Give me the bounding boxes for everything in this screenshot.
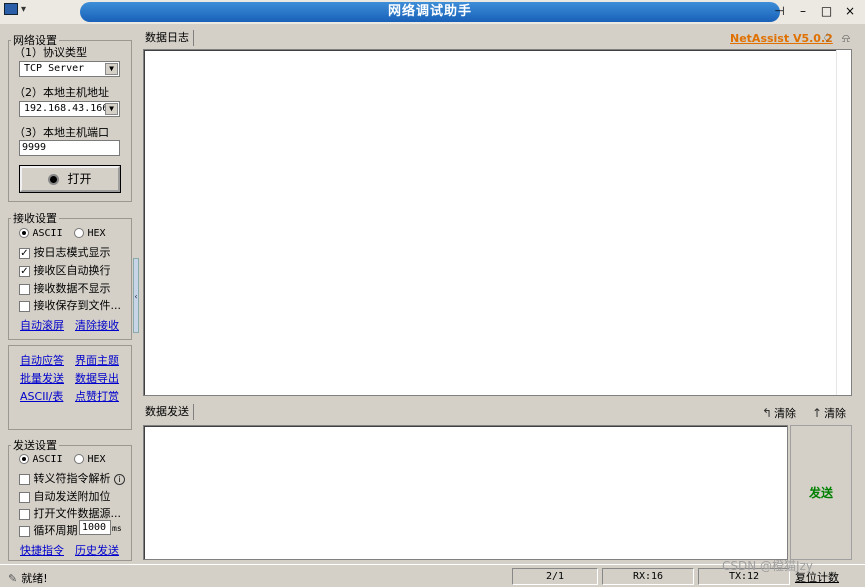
host-value: 192.168.43.166 (24, 103, 109, 114)
chevron-down-icon: ▾ (21, 4, 27, 15)
auto-scroll-link[interactable]: 自动滚屏 (20, 317, 64, 333)
receive-hex-radio[interactable]: HEX (74, 226, 106, 239)
open-button-label: 打开 (67, 172, 92, 186)
log-mode-checkbox[interactable]: ✓ 按日志模式显示 (19, 244, 111, 260)
network-app-icon (4, 3, 18, 15)
arrow-up-icon: ↑ (812, 406, 823, 420)
period-unit: ms (112, 524, 122, 533)
pin-button[interactable]: ⊣ (771, 3, 789, 19)
send-history-link[interactable]: 历史发送 (75, 542, 119, 558)
batch-send-link[interactable]: 批量发送 (20, 370, 64, 386)
radio-indicator (19, 454, 29, 464)
send-hex-radio[interactable]: HEX (74, 452, 106, 465)
escape-parse-checkbox[interactable]: 转义符指令解析 i (19, 470, 125, 486)
receive-ascii-radio[interactable]: ASCII (19, 226, 63, 239)
send-ascii-radio[interactable]: ASCII (19, 452, 63, 465)
receive-ascii-label: ASCII (32, 228, 63, 239)
status-ready: ✎ 就绪! (8, 570, 48, 586)
tab-data-log[interactable]: 数据日志 (145, 30, 194, 46)
data-log-area[interactable] (143, 49, 852, 396)
chevron-down-icon: ▼ (105, 103, 118, 115)
open-button[interactable]: 打开 (19, 165, 121, 193)
protocol-select[interactable]: TCP Server ▼ (19, 61, 120, 77)
escape-parse-label: 转义符指令解析 (33, 472, 111, 485)
receive-settings-legend: 接收设置 (13, 212, 57, 225)
radio-indicator (74, 228, 84, 238)
hide-data-checkbox[interactable]: 接收数据不显示 (19, 280, 111, 296)
info-icon[interactable]: i (114, 473, 125, 485)
log-scrollbar[interactable] (836, 50, 851, 395)
status-count: 2/1 (512, 568, 598, 585)
status-ready-text: 就绪! (21, 572, 48, 585)
record-icon (48, 174, 60, 185)
radio-indicator (74, 454, 84, 464)
auto-wrap-label: 接收区自动换行 (33, 264, 111, 277)
port-label: （3）本地主机端口 (14, 126, 109, 139)
auto-append-checkbox[interactable]: 自动发送附加位 (19, 488, 111, 504)
tab-data-send[interactable]: 数据发送 (145, 404, 194, 420)
auto-reply-link[interactable]: 自动应答 (20, 352, 64, 368)
protocol-label: （1）协议类型 (14, 46, 87, 59)
protocol-value: TCP Server (24, 63, 85, 74)
status-rx: RX:16 (602, 568, 694, 585)
checkbox-box (19, 283, 30, 295)
save-to-file-checkbox[interactable]: 接收保存到文件... (19, 297, 121, 313)
send-settings-legend: 发送设置 (13, 439, 57, 452)
donate-link[interactable]: 点赞打赏 (75, 388, 119, 404)
host-select[interactable]: 192.168.43.166 ▼ (19, 101, 120, 117)
receive-hex-label: HEX (87, 228, 106, 239)
hide-data-label: 接收数据不显示 (33, 282, 111, 295)
auto-append-label: 自动发送附加位 (33, 490, 111, 503)
arrow-up-left-icon: ↰ (762, 406, 773, 420)
quick-command-link[interactable]: 快捷指令 (20, 542, 64, 558)
checkbox-box (19, 473, 30, 485)
send-button[interactable]: 发送 (790, 425, 852, 560)
window-title: 网络调试助手 (80, 2, 780, 22)
chevron-down-icon: ▼ (105, 63, 118, 75)
export-data-link[interactable]: 数据导出 (75, 370, 119, 386)
log-mode-label: 按日志模式显示 (33, 246, 111, 259)
send-ascii-label: ASCII (32, 454, 63, 465)
host-label: （2）本地主机地址 (14, 86, 109, 99)
chevron-left-icon: ‹ (134, 292, 138, 301)
gem-icon[interactable]: ♢ (822, 31, 836, 45)
window-controls: ⊣ – □ × (769, 3, 860, 21)
ui-theme-link[interactable]: 界面主题 (75, 352, 119, 368)
clear-log-button[interactable]: ↰ 清除 (762, 405, 796, 421)
check-mark-icon: ✓ (19, 265, 30, 277)
radio-indicator (19, 228, 29, 238)
checkbox-box (19, 491, 30, 503)
clear-receive-link[interactable]: 清除接收 (75, 317, 119, 333)
maximize-button[interactable]: □ (818, 3, 836, 19)
checkbox-box (19, 525, 30, 537)
loop-period-label: 循环周期 (33, 524, 78, 537)
status-bar: ✎ 就绪! 2/1 RX:16 TX:12 复位计数 CSDN @橙猫Jzy (0, 559, 865, 587)
title-bar: ▾ 网络调试助手 ⊣ – □ × (0, 0, 865, 24)
system-menu[interactable]: ▾ (4, 3, 38, 21)
ascii-table-link[interactable]: ASCII/表 (20, 388, 63, 404)
clear-send-button[interactable]: ↑ 清除 (812, 405, 846, 421)
checkbox-box (19, 300, 30, 312)
collapse-panel-handle[interactable]: ‹ (133, 258, 139, 333)
loop-period-checkbox[interactable]: 循环周期 (19, 522, 78, 538)
period-input[interactable]: 1000 (79, 520, 111, 535)
brand-link[interactable]: NetAssist V5.0.2 (730, 32, 833, 45)
auto-wrap-checkbox[interactable]: ✓ 接收区自动换行 (19, 262, 111, 278)
pencil-icon: ✎ (8, 572, 18, 585)
clear-send-label: 清除 (824, 407, 847, 420)
close-button[interactable]: × (841, 3, 859, 19)
checkbox-box (19, 508, 30, 520)
file-source-label: 打开文件数据源... (33, 507, 122, 520)
minimize-button[interactable]: – (794, 3, 812, 19)
check-mark-icon: ✓ (19, 247, 30, 259)
watermark: CSDN @橙猫Jzy (722, 559, 813, 573)
file-source-checkbox[interactable]: 打开文件数据源... (19, 505, 121, 521)
port-input[interactable]: 9999 (19, 140, 120, 156)
send-hex-label: HEX (87, 454, 106, 465)
save-to-file-label: 接收保存到文件... (33, 299, 122, 312)
clear-log-label: 清除 (774, 407, 797, 420)
bell-icon[interactable]: ⍾ (842, 31, 856, 45)
send-input-area[interactable] (143, 425, 788, 560)
